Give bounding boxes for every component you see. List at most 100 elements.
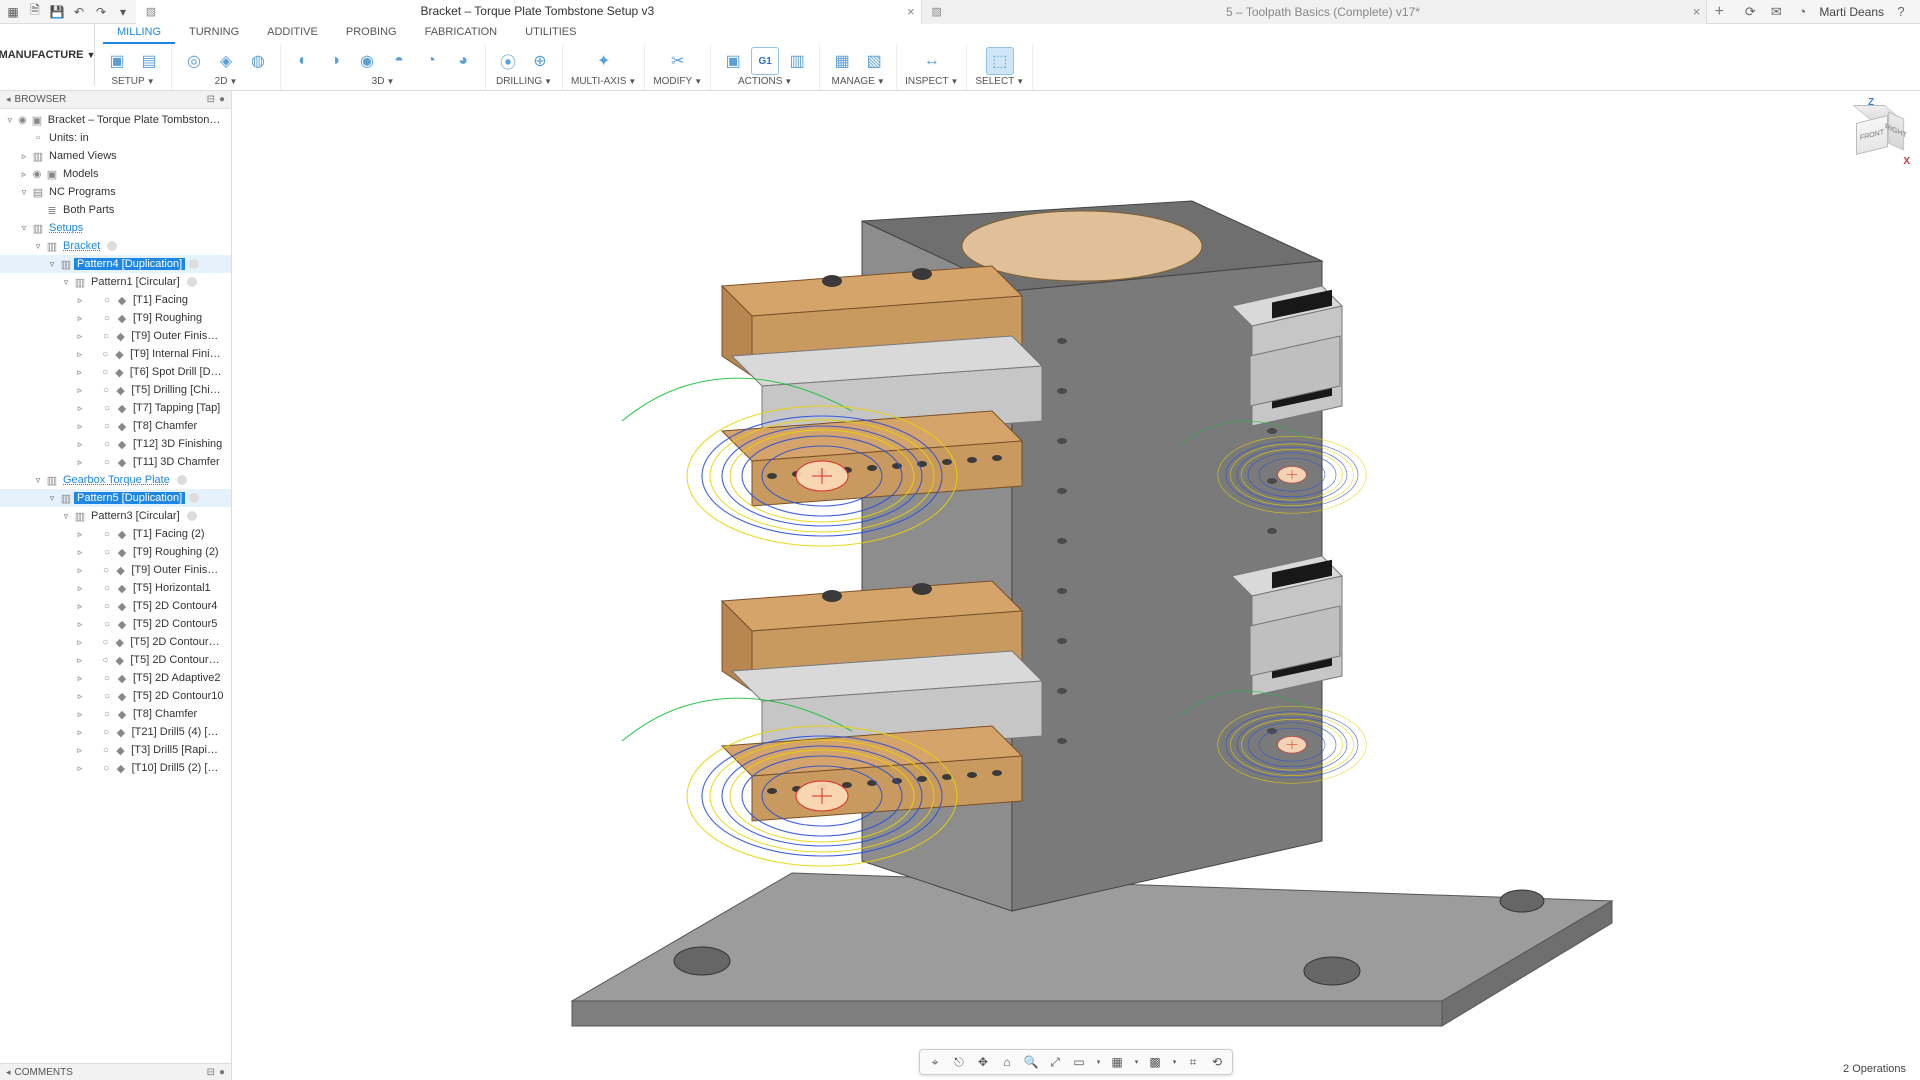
op-2d-c-icon[interactable]: ◍ xyxy=(244,47,272,75)
tree-aux-icon[interactable]: ○ xyxy=(100,673,114,684)
tree-units[interactable]: ▫Units: in xyxy=(0,129,231,147)
ribbon-tab-fabrication[interactable]: FABRICATION xyxy=(411,24,512,44)
tree-twisty-icon[interactable]: ▹ xyxy=(74,673,86,684)
tree-twisty-icon[interactable]: ▹ xyxy=(74,385,86,396)
sync-icon[interactable]: ⟳ xyxy=(1741,3,1759,21)
op-3d-b-icon[interactable]: ◑ xyxy=(321,47,349,75)
op-3d-f-icon[interactable]: ◕ xyxy=(449,47,477,75)
tree-twisty-icon[interactable]: ▿ xyxy=(46,259,58,270)
app-grid-icon[interactable]: ▦ xyxy=(4,3,22,21)
tree-twisty-icon[interactable]: ▹ xyxy=(74,421,86,432)
tree-op1-1[interactable]: ▹○◆[T9] Roughing xyxy=(0,309,231,327)
tree-twisty-icon[interactable]: ▹ xyxy=(74,295,86,306)
op-3d-e-icon[interactable]: ◔ xyxy=(417,47,445,75)
tree-op1-3[interactable]: ▹○◆[T9] Internal Finis!… xyxy=(0,345,231,363)
nav-fit-icon[interactable]: ⤢ xyxy=(1044,1052,1066,1072)
tree-twisty-icon[interactable]: ▹ xyxy=(74,529,86,540)
tree-op2-13[interactable]: ▹○◆[T10] Drill5 (2) [R… xyxy=(0,759,231,777)
tree-twisty-icon[interactable]: ▹ xyxy=(74,583,86,594)
tree-models[interactable]: ▹◉▣Models xyxy=(0,165,231,183)
redo-icon[interactable]: ↷ xyxy=(92,3,110,21)
tree-twisty-icon[interactable]: ▹ xyxy=(74,439,86,450)
tree-aux-icon[interactable]: ○ xyxy=(99,763,113,774)
op-2d-b-icon[interactable]: ◈ xyxy=(212,47,240,75)
tree-nc-programs[interactable]: ▿▤NC Programs xyxy=(0,183,231,201)
tree-pattern4[interactable]: ▿▥Pattern4 [Duplication] xyxy=(0,255,231,273)
op-3d-d-icon[interactable]: ◓ xyxy=(385,47,413,75)
tree-aux-icon[interactable]: ○ xyxy=(99,385,113,396)
tree-twisty-icon[interactable]: ▿ xyxy=(18,187,30,198)
tree-aux-icon[interactable]: ○ xyxy=(100,601,114,612)
tree-twisty-icon[interactable]: ▿ xyxy=(32,241,44,252)
setup-paper-icon[interactable]: ▤ xyxy=(135,47,163,75)
ribbon-group-label[interactable]: MODIFY▼ xyxy=(653,76,702,87)
ribbon-group-label[interactable]: 3D▼ xyxy=(372,76,395,87)
tree-aux-icon[interactable]: ○ xyxy=(99,349,112,360)
action-a-icon[interactable]: ▣ xyxy=(719,47,747,75)
tree-twisty-icon[interactable]: ▿ xyxy=(46,493,58,504)
tree-twisty-icon[interactable]: ▹ xyxy=(74,709,86,720)
tree-op1-2[interactable]: ▹○◆[T9] Outer Finishi… xyxy=(0,327,231,345)
tree-pattern1[interactable]: ▿▥Pattern1 [Circular] xyxy=(0,273,231,291)
tree-aux-icon[interactable]: ○ xyxy=(100,583,114,594)
ribbon-tab-turning[interactable]: TURNING xyxy=(175,24,253,44)
doc-tab-2[interactable]: ▧ 5 – Toolpath Basics (Complete) v17* × xyxy=(922,0,1708,24)
tree-op2-3[interactable]: ▹○◆[T5] Horizontal1 xyxy=(0,579,231,597)
tree-twisty-icon[interactable]: ▹ xyxy=(74,565,86,576)
nav-grid-icon[interactable]: ▩ xyxy=(1144,1052,1166,1072)
ribbon-group-label[interactable]: MANAGE▼ xyxy=(831,76,884,87)
select-icon[interactable]: ⬚ xyxy=(986,47,1014,75)
doc-tab-1[interactable]: ▧ Bracket – Torque Plate Tombstone Setup… xyxy=(136,0,922,24)
tree-root[interactable]: ▿◉▣Bracket – Torque Plate Tombstone … xyxy=(0,111,231,129)
tree-named-views[interactable]: ▹▥Named Views xyxy=(0,147,231,165)
comments-collapse-icon[interactable]: ◂ xyxy=(6,1067,11,1078)
action-sheet-icon[interactable]: ▥ xyxy=(783,47,811,75)
visibility-icon[interactable]: ◉ xyxy=(30,169,44,180)
ribbon-tab-probing[interactable]: PROBING xyxy=(332,24,411,44)
ribbon-group-label[interactable]: DRILLING▼ xyxy=(496,76,552,87)
file-new-icon[interactable]: 🗎 xyxy=(26,3,44,21)
tree-both-parts[interactable]: ≣Both Parts xyxy=(0,201,231,219)
multiaxis-icon[interactable]: ✦ xyxy=(590,47,618,75)
tree-op2-0[interactable]: ▹○◆[T1] Facing (2) xyxy=(0,525,231,543)
tree-twisty-icon[interactable]: ▹ xyxy=(18,169,30,180)
comments-pin-icon[interactable]: ⊟ xyxy=(207,1067,215,1078)
tree-twisty-icon[interactable]: ▹ xyxy=(74,457,86,468)
tree-twisty-icon[interactable]: ▹ xyxy=(74,349,85,360)
browser-collapse-icon[interactable]: ◂ xyxy=(6,94,11,105)
undo-icon[interactable]: ↶ xyxy=(70,3,88,21)
tree-aux-icon[interactable]: ○ xyxy=(100,691,114,702)
tree-twisty-icon[interactable]: ▹ xyxy=(18,151,30,162)
tree-aux-icon[interactable]: ○ xyxy=(99,655,112,666)
tree-aux-icon[interactable]: ○ xyxy=(100,457,114,468)
modify-cut-icon[interactable]: ✂ xyxy=(664,47,692,75)
tree-twisty-icon[interactable]: ▿ xyxy=(60,277,72,288)
tree-op1-8[interactable]: ▹○◆[T12] 3D Finishing xyxy=(0,435,231,453)
tree-twisty-icon[interactable]: ▹ xyxy=(74,745,86,756)
ribbon-group-label[interactable]: ACTIONS▼ xyxy=(738,76,792,87)
tree-aux-icon[interactable]: ○ xyxy=(100,439,114,450)
tree-twisty-icon[interactable]: ▹ xyxy=(74,547,86,558)
browser-gear-icon[interactable]: ● xyxy=(219,94,225,105)
tree-op1-6[interactable]: ▹○◆[T7] Tapping [Tap] xyxy=(0,399,231,417)
inspect-icon[interactable]: ↔ xyxy=(918,47,946,75)
help-icon[interactable]: ? xyxy=(1892,3,1910,21)
tree-twisty-icon[interactable]: ▹ xyxy=(74,637,85,648)
op-3d-c-icon[interactable]: ◉ xyxy=(353,47,381,75)
tree-twisty-icon[interactable]: ▹ xyxy=(74,403,86,414)
tree-twisty-icon[interactable]: ▹ xyxy=(74,727,86,738)
tree-op2-8[interactable]: ▹○◆[T5] 2D Adaptive2 xyxy=(0,669,231,687)
tree-aux-icon[interactable]: ○ xyxy=(100,547,114,558)
nav-display-mode-caret-icon[interactable]: ▾ xyxy=(1092,1052,1104,1072)
avatar-icon[interactable]: ◔ xyxy=(1793,3,1811,21)
nav-sync-view-icon[interactable]: ⟲ xyxy=(1206,1052,1228,1072)
tree-aux-icon[interactable]: ○ xyxy=(99,331,113,342)
tree-pattern3[interactable]: ▿▥Pattern3 [Circular] xyxy=(0,507,231,525)
tree-aux-icon[interactable]: ○ xyxy=(100,403,114,414)
tree-setups[interactable]: ▿▥Setups xyxy=(0,219,231,237)
tree-twisty-icon[interactable]: ▹ xyxy=(74,619,86,630)
tree-op2-10[interactable]: ▹○◆[T8] Chamfer xyxy=(0,705,231,723)
nav-grid-caret-icon[interactable]: ▾ xyxy=(1168,1052,1180,1072)
browser-pin-icon[interactable]: ⊟ xyxy=(207,94,215,105)
ribbon-group-label[interactable]: SELECT▼ xyxy=(975,76,1024,87)
